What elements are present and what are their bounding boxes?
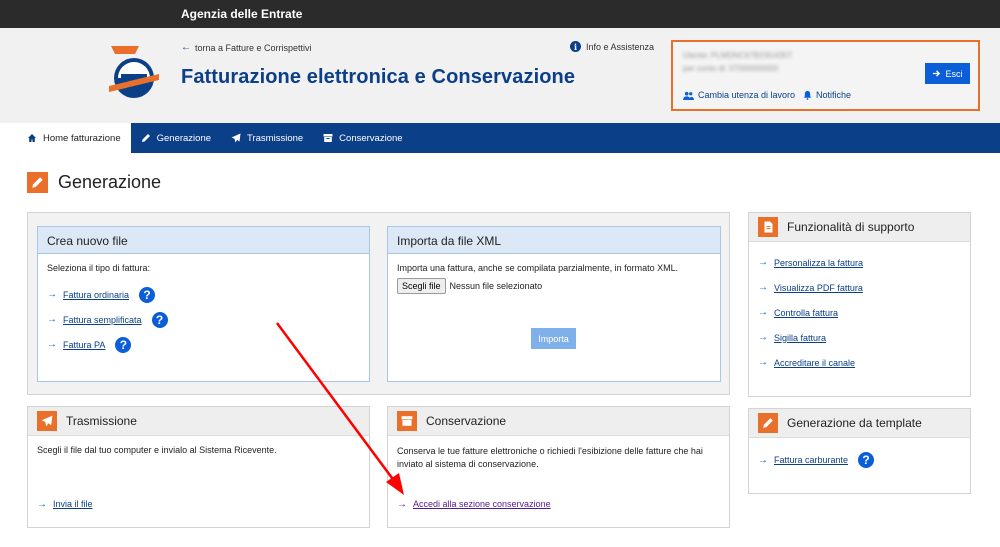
crea-card: Crea nuovo file Seleziona il tipo di fat… [37, 226, 370, 382]
page-heading: Generazione [27, 172, 161, 193]
arrow-right-icon: → [47, 339, 57, 350]
header: ← torna a Fatture e Corrispettivi Fattur… [0, 28, 1000, 123]
nav-trasmissione[interactable]: Trasmissione [221, 123, 313, 153]
help-icon[interactable]: ? [115, 336, 132, 353]
supporto-title: Funzionalità di supporto [787, 220, 915, 234]
users-icon [683, 91, 694, 100]
bell-icon [803, 90, 812, 100]
home-icon [28, 134, 36, 142]
link-accreditare-canale[interactable]: → Accreditare il canale [758, 350, 863, 375]
arrow-right-icon: → [758, 332, 768, 343]
template-panel: Generazione da template → Fattura carbur… [748, 408, 971, 494]
send-icon [37, 411, 57, 431]
pencil-icon [758, 413, 778, 433]
help-icon[interactable]: ? [151, 311, 168, 328]
conservazione-title: Conservazione [426, 414, 507, 428]
top-bar: Agenzia delle Entrate [0, 0, 1000, 28]
page-title: Generazione [58, 172, 162, 192]
importa-card: Importa da file XML Importa una fattura,… [387, 226, 721, 382]
nav-conservazione[interactable]: Conservazione [313, 123, 412, 153]
info-icon: i [570, 41, 581, 52]
archive-icon [323, 134, 333, 142]
nav-generazione[interactable]: Generazione [131, 123, 221, 153]
trasmissione-title: Trasmissione [66, 414, 137, 428]
app-title: Fatturazione elettronica e Conservazione [181, 66, 576, 88]
arrow-right-icon: → [37, 498, 47, 510]
importa-description: Importa una fattura, anche se compilata … [397, 263, 679, 273]
trasmissione-panel: Trasmissione Scegli il file dal tuo comp… [27, 406, 370, 528]
link-fattura-pa[interactable]: → Fattura PA ? [47, 332, 360, 357]
link-fattura-semplificata[interactable]: → Fattura semplificata ? [47, 307, 360, 332]
template-title: Generazione da template [787, 416, 922, 430]
main-nav: Home fatturazione Generazione Trasmissio… [17, 123, 1000, 153]
arrow-right-icon: → [758, 357, 768, 368]
link-visualizza-pdf[interactable]: → Visualizza PDF fattura [758, 275, 863, 300]
import-button[interactable]: Importa [531, 328, 576, 349]
help-icon[interactable]: ? [139, 286, 156, 303]
help-icon[interactable]: ? [858, 452, 875, 468]
archive-icon [397, 411, 417, 431]
agency-name: Agenzia delle Entrate [181, 7, 303, 21]
info-link[interactable]: i Info e Assistenza [570, 41, 654, 52]
supporto-panel: Funzionalità di supporto → Personalizza … [748, 212, 971, 397]
trasmissione-description: Scegli il file dal tuo computer e invial… [37, 445, 277, 455]
conservazione-description: Conserva le tue fatture elettroniche o r… [397, 446, 703, 469]
back-link[interactable]: ← torna a Fatture e Corrispettivi [181, 42, 312, 53]
arrow-right-icon: → [758, 307, 768, 318]
arrow-right-icon: → [758, 282, 768, 293]
pencil-icon [141, 134, 150, 142]
link-invia-file[interactable]: → Invia il file [37, 495, 93, 513]
choose-file-button[interactable]: Scegli file [397, 278, 446, 294]
user-box: Utente: PLMDNC67B23G435T per conto di: 0… [671, 40, 980, 111]
link-fattura-carburante[interactable]: → Fattura carburante ? [758, 451, 875, 469]
link-controlla-fattura[interactable]: → Controlla fattura [758, 300, 863, 325]
link-fattura-ordinaria[interactable]: → Fattura ordinaria ? [47, 282, 360, 307]
change-workspace-link[interactable]: Cambia utenza di lavoro [683, 90, 795, 100]
link-sigilla-fattura[interactable]: → Sigilla fattura [758, 325, 863, 350]
agency-logo [109, 46, 159, 98]
arrow-right-icon: → [397, 498, 407, 510]
logout-button[interactable]: Esci [925, 63, 970, 84]
logout-icon [933, 70, 941, 77]
crea-instruction: Seleziona il tipo di fattura: [47, 263, 151, 273]
crea-card-title: Crea nuovo file [38, 227, 369, 254]
arrow-left-icon: ← [181, 42, 191, 53]
link-accedi-conservazione[interactable]: → Accedi alla sezione conservazione [397, 495, 551, 513]
user-id-blurred: Utente: PLMDNC67B23G435T [683, 51, 793, 60]
conservazione-panel: Conservazione Conserva le tue fatture el… [387, 406, 730, 528]
generation-panel: Crea nuovo file Seleziona il tipo di fat… [27, 212, 730, 395]
link-personalizza-fattura[interactable]: → Personalizza la fattura [758, 250, 863, 275]
arrow-right-icon: → [758, 454, 768, 466]
importa-card-title: Importa da file XML [388, 227, 720, 254]
send-icon [231, 133, 241, 143]
arrow-right-icon: → [758, 257, 768, 268]
pencil-icon [27, 172, 48, 193]
delegate-id-blurred: per conto di: 07000000000 [683, 64, 779, 73]
arrow-right-icon: → [47, 314, 57, 325]
notifications-link[interactable]: Notifiche [803, 90, 851, 100]
file-status: Nessun file selezionato [449, 281, 543, 291]
document-icon [758, 217, 778, 237]
arrow-right-icon: → [47, 289, 57, 300]
nav-home-fatturazione[interactable]: Home fatturazione [17, 123, 131, 153]
